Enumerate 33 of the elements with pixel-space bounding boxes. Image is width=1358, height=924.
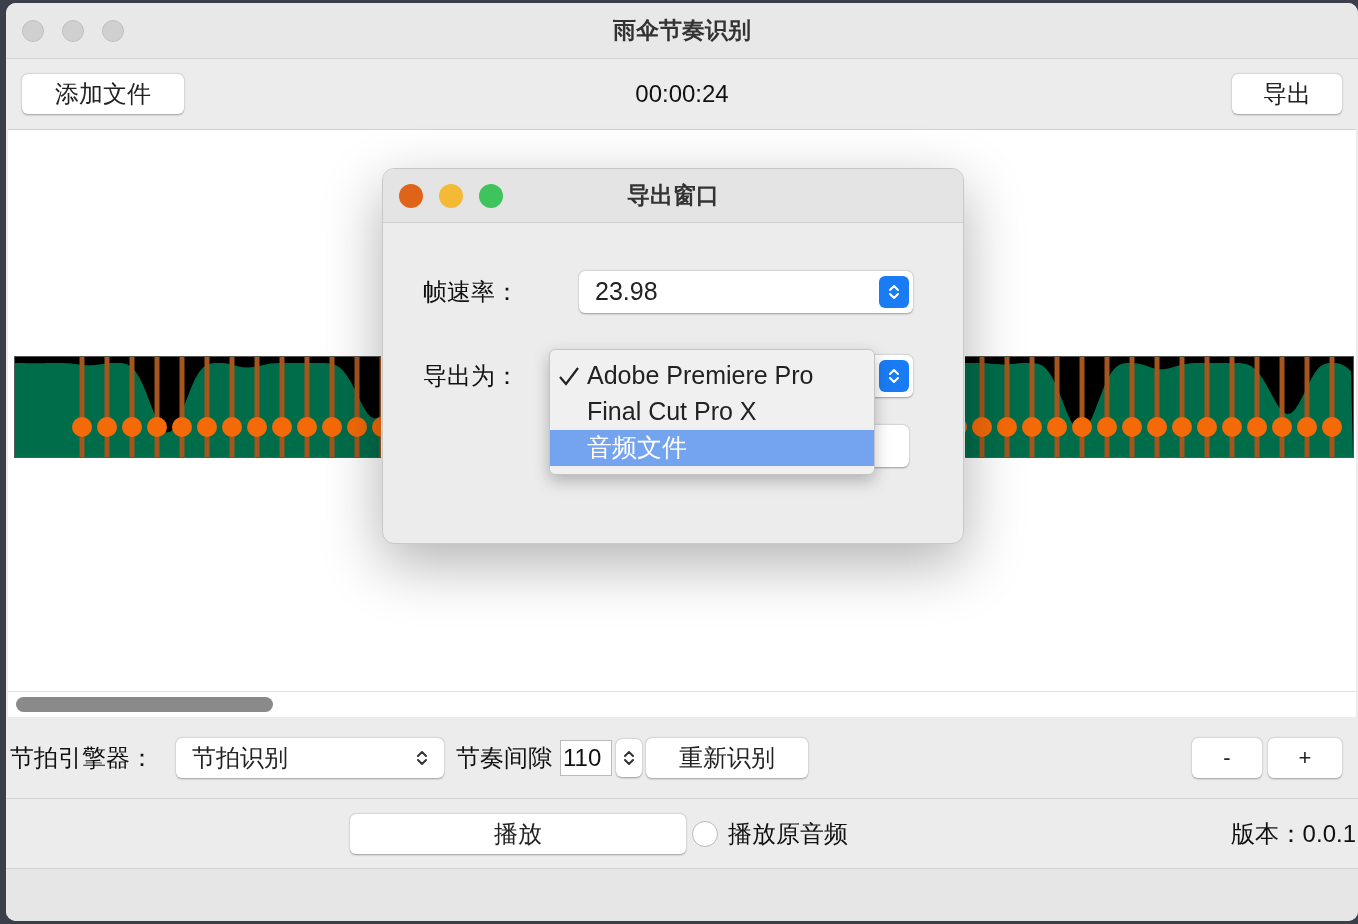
interval-stepper[interactable] bbox=[616, 738, 642, 777]
interval-label: 节奏间隙 bbox=[456, 742, 552, 773]
menu-item[interactable]: Final Cut Pro X bbox=[550, 394, 874, 430]
time-display: 00:00:24 bbox=[635, 79, 729, 109]
minimize-icon[interactable] bbox=[439, 183, 463, 208]
scroll-thumb[interactable] bbox=[16, 697, 273, 712]
menu-item[interactable]: Adobe Premiere Pro bbox=[550, 358, 874, 394]
redetect-button[interactable]: 重新识别 bbox=[646, 737, 808, 778]
play-button[interactable]: 播放 bbox=[350, 813, 686, 854]
maximize-icon[interactable] bbox=[479, 183, 503, 208]
radio-button[interactable] bbox=[692, 820, 718, 847]
engine-label: 节拍引擎器： bbox=[10, 742, 154, 773]
version-label: 版本：0.0.1 bbox=[1230, 818, 1356, 849]
stepper-icon bbox=[416, 748, 428, 767]
interval-field[interactable]: 110 bbox=[560, 739, 612, 776]
window-control-icon[interactable] bbox=[22, 19, 44, 42]
frame-rate-label: 帧速率： bbox=[423, 277, 519, 307]
zoom-in-button[interactable]: + bbox=[1268, 737, 1342, 778]
frame-rate-select[interactable]: 23.98 bbox=[579, 271, 913, 313]
play-original-label: 播放原音频 bbox=[728, 818, 848, 849]
close-icon[interactable] bbox=[399, 183, 423, 208]
engine-select[interactable]: 节拍识别 bbox=[176, 737, 444, 778]
stepper-icon bbox=[888, 283, 900, 301]
export-button[interactable]: 导出 bbox=[1232, 74, 1342, 114]
window-title: 雨伞节奏识别 bbox=[613, 16, 751, 46]
dialog-title: 导出窗口 bbox=[627, 181, 719, 211]
stepper-icon bbox=[888, 367, 900, 385]
add-file-button[interactable]: 添加文件 bbox=[22, 74, 184, 114]
window-control-icon[interactable] bbox=[102, 19, 124, 42]
export-as-label: 导出为： bbox=[423, 361, 519, 391]
window-control-icon[interactable] bbox=[62, 19, 84, 42]
zoom-out-button[interactable]: - bbox=[1192, 737, 1262, 778]
stepper-icon bbox=[623, 748, 635, 767]
